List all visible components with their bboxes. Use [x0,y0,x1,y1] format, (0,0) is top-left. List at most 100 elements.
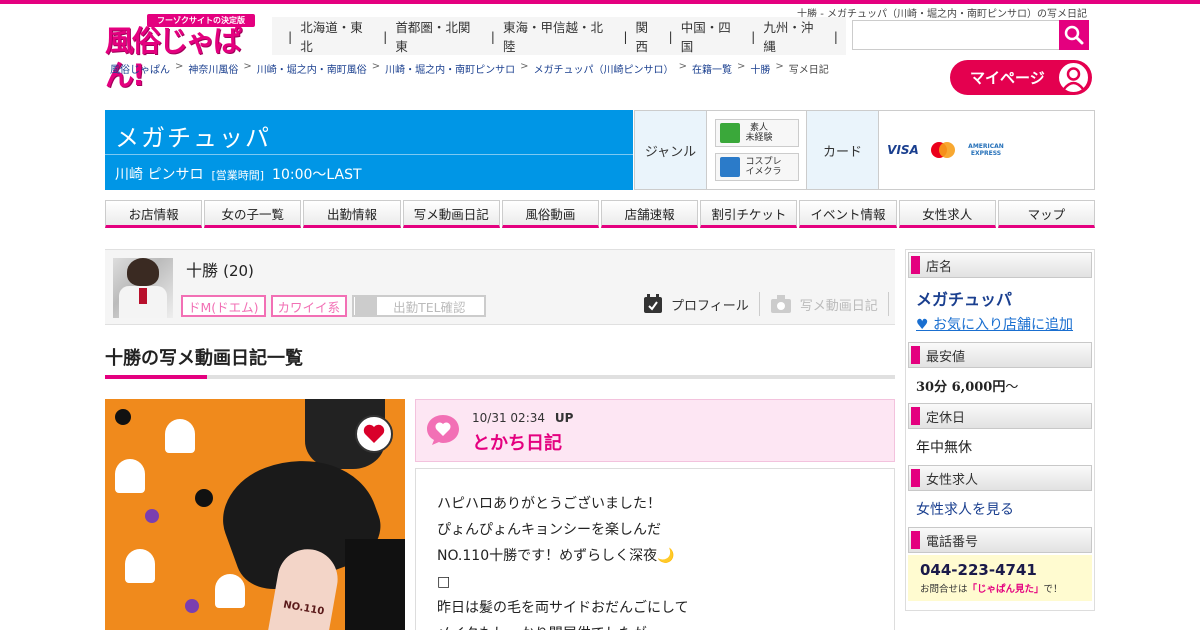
sidebar-recruit-block: 女性求人を見る [906,493,1094,525]
breadcrumb-arrow: > [678,61,687,72]
region-nav: | 北海道・東北 | 首都圏・北関東 | 東海・甲信越・北陸 | 関西 | 中国… [272,17,846,55]
profile-link-label: プロフィール [671,298,749,314]
recruit-link[interactable]: 女性求人を見る [916,499,1084,519]
breadcrumb-link[interactable]: 川崎・堀之内・南町風俗 [257,61,367,76]
sidebar-price-block: 30分 6,000円～ [906,370,1094,401]
diary-line: ハピハロありがとうございました！ [437,496,661,512]
sidebar-heading: 女性求人 [908,465,1092,491]
nav-separator: | [833,28,839,44]
beginner-mark-icon [719,123,740,143]
shop-header: メガチュッパ 川崎 ピンサロ [営業時間] 10:00～LAST [105,110,633,190]
nav-separator: | [490,28,495,44]
nav-photo-diary[interactable]: 写メ動画日記 [402,200,500,228]
region-link-chugoku[interactable]: 中国・四国 [681,17,743,55]
sidebar-heading: 電話番号 [908,527,1092,553]
sidebar-holiday-block: 年中無休 [906,431,1094,463]
sidebar-heading: 最安値 [908,342,1092,368]
region-link-shutoken[interactable]: 首都圏・北関東 [395,17,482,55]
shop-header-divider [105,154,633,155]
search-input[interactable] [852,20,1060,50]
girl-age: (20) [223,262,254,280]
breadcrumb-link[interactable]: 川崎・堀之内・南町ピンサロ [385,61,515,76]
sidebar-heading-label: 定休日 [926,410,966,426]
tel-number[interactable]: 044-223-4741 [920,561,1080,579]
diary-header: 10/31 02:34 UP とかち日記 [415,399,895,462]
shop-subinfo: 川崎 ピンサロ [営業時間] 10:00～LAST [115,164,362,184]
breadcrumb-arrow: > [371,61,381,72]
profile-links: プロフィール 写メ動画日記 [633,292,889,316]
holiday-value: 年中無休 [916,440,972,456]
diary-meta: 10/31 02:34 UP [472,411,573,425]
site-logo[interactable]: フーゾクサイトの決定版 風俗じゃぱん! [105,14,255,92]
sidebar-heading: 店名 [908,252,1092,278]
diary-body: ハピハロありがとうございました！ ぴょんぴょんキョンシーを楽しんだ NO.110… [415,468,895,630]
profile-link[interactable]: プロフィール [633,292,759,316]
shop-area: 川崎 ピンサロ [115,167,204,183]
logo-text: 風俗じゃぱん! [105,24,242,92]
diary-time: 02:34 [510,411,546,425]
shop-hours: 10:00～LAST [272,167,362,183]
diary-photo[interactable]: NO.110 [105,399,405,630]
nav-events[interactable]: イベント情報 [799,200,897,228]
mypage-button[interactable]: マイページ [950,60,1092,95]
breadcrumb-link[interactable]: 風俗じゃぱん [110,61,170,76]
nav-separator: | [383,28,388,44]
region-link-hokkaido[interactable]: 北海道・東北 [300,17,375,55]
min-price-suffix: ～ [1005,380,1019,395]
diary-line: □ [437,574,451,590]
min-price-value: 30分 6,000円 [916,380,1006,395]
nav-shop-news[interactable]: 店舗速報 [601,200,699,228]
breadcrumb-link[interactable]: 十勝 [750,61,770,76]
sidebar-heading-label: 電話番号 [926,534,979,550]
nav-video[interactable]: 風俗動画 [501,200,600,228]
region-link-kansai[interactable]: 関西 [636,17,661,55]
diary-date: 10/31 [472,411,507,425]
mypage-label: マイページ [970,69,1045,87]
tag-do-m[interactable]: ドM(ドエム) [181,295,266,317]
nav-recruit[interactable]: 女性求人 [898,200,996,228]
nav-map[interactable]: マップ [997,200,1096,228]
tel-note-em: 「じゃぱん見た」 [967,584,1044,595]
sidebar-shop-name[interactable]: メガチュッパ [916,286,1084,310]
region-link-tokai[interactable]: 東海・甲信越・北陸 [503,17,615,55]
add-favorite-link[interactable]: ♥ お気に入り店舗に追加 [916,314,1084,334]
genre-line: コスプレ [745,157,782,167]
card-label: カード [807,111,879,189]
nav-coupon[interactable]: 割引チケット [700,200,798,228]
shop-title[interactable]: メガチュッパ [115,118,271,153]
nav-girls-list[interactable]: 女の子一覧 [204,200,302,228]
breadcrumb-arrow: > [736,61,746,72]
girl-avatar[interactable] [113,258,173,318]
tag-kawaii[interactable]: カワイイ系 [270,295,348,317]
region-link-kyushu[interactable]: 九州・沖縄 [763,17,825,55]
genre-badge-cosplay[interactable]: コスプレ イメクラ [714,153,799,181]
section-rule [105,375,895,379]
breadcrumb-link[interactable]: 神奈川風俗 [188,61,238,76]
search-button[interactable] [1059,20,1089,50]
nav-schedule[interactable]: 出勤情報 [303,200,401,228]
amex-icon: AMERICAN EXPRESS [968,143,1004,157]
diary-title[interactable]: とかち日記 [472,429,562,455]
breadcrumb-link[interactable]: 在籍一覧 [692,61,732,76]
nav-separator: | [288,28,293,44]
calendar-check-icon [644,294,662,313]
nav-separator: | [751,28,756,44]
nav-separator: | [623,28,628,44]
breadcrumb-arrow: > [520,61,529,72]
top-accent-bar [0,0,1200,4]
genre-label: ジャンル [635,111,707,189]
breadcrumb: 風俗じゃぱん > 神奈川風俗 > 川崎・堀之内・南町風俗 > 川崎・堀之内・南町… [110,61,829,76]
nav-separator: | [668,28,673,44]
diary-line: 昨日は髪の毛を両サイドおだんごにして [437,600,689,616]
nav-shop-info[interactable]: お店情報 [105,200,203,228]
photo-diary-link-label: 写メ動画日記 [799,298,878,314]
heart-bubble-icon [427,415,459,445]
breadcrumb-arrow: > [175,61,184,72]
genre-badge-amateur[interactable]: 素人 未経験 [714,119,799,147]
diary-line: メイクもしっかり間屋供でしたが [437,621,894,630]
tel-note: お問合せは「じゃぱん見た」で！ [920,581,1080,595]
card-cell: VISA AMERICAN EXPRESS [879,111,1094,189]
girl-name-text: 十勝 [186,261,219,280]
breadcrumb-link[interactable]: メガチュッパ（川崎ピンサロ） [534,61,674,76]
breadcrumb-arrow: > [243,61,252,72]
